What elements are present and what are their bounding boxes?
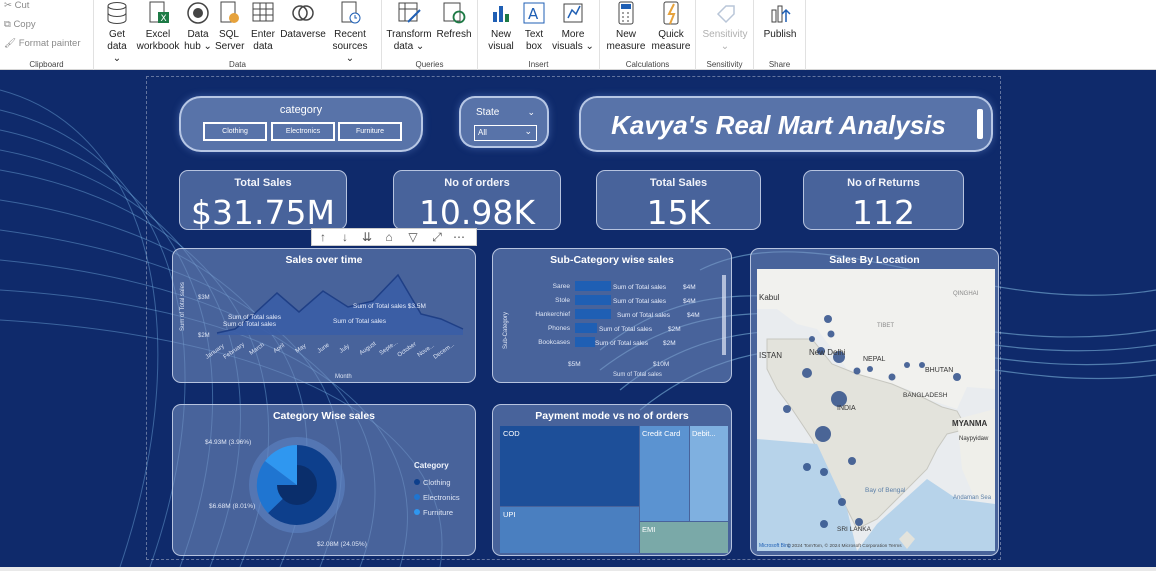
recent-sources-button[interactable]: Recent sources ⌄	[328, 0, 372, 65]
new-measure-label-2: measure	[606, 41, 646, 52]
insert-group-label: Insert	[528, 60, 549, 69]
new-measure-label-1: New	[615, 29, 636, 40]
report-canvas: category Clothing Electronics Furniture …	[0, 70, 1156, 567]
dataverse-label: Dataverse	[280, 29, 326, 40]
dataverse-button[interactable]: Dataverse	[280, 0, 326, 41]
new-visual-button[interactable]: New visual	[484, 0, 518, 53]
clipboard-group: ✂ Cut ⧉ Copy 🖌 Format painter Clipboard	[0, 0, 94, 70]
status-bar	[0, 567, 1156, 571]
dataverse-icon	[292, 5, 314, 21]
clipboard-group-label: Clipboard	[29, 60, 64, 69]
enter-data-label-2: data	[253, 41, 273, 52]
enter-data-button[interactable]: Enter data	[248, 0, 278, 53]
quick-measure-label-1: Quick	[658, 29, 684, 40]
cut-label: Cut	[14, 0, 30, 11]
more-visuals-label-2: visuals ⌄	[552, 41, 594, 52]
share-group-label: Share	[768, 60, 791, 69]
data-hub-label-2: hub ⌄	[184, 41, 212, 52]
new-visual-label-1: New	[490, 29, 511, 40]
publish-icon	[771, 5, 791, 23]
more-visuals-button[interactable]: More visuals ⌄	[550, 0, 596, 53]
queries-group: Transform data ⌄ Refresh Queries	[382, 0, 478, 70]
more-visuals-icon	[563, 3, 583, 23]
copy-button[interactable]: ⧉ Copy	[4, 19, 36, 30]
cut-button[interactable]: ✂ Cut	[4, 0, 29, 11]
transform-label-2: data ⌄	[393, 41, 425, 52]
sensitivity-icon	[716, 5, 735, 24]
calculations-group-label: Calculations	[625, 60, 670, 69]
insert-group: New visual A Text box More visuals ⌄ Ins…	[478, 0, 600, 70]
data-group: Get data ⌄ X Excel workbook Data hub ⌄ S…	[94, 0, 382, 70]
bar-chart-icon	[493, 6, 509, 22]
sensitivity-button[interactable]: Sensitivity ⌄	[698, 0, 752, 53]
text-box-button[interactable]: A Text box	[520, 0, 548, 53]
get-data-button[interactable]: Get data ⌄	[102, 0, 132, 65]
svg-text:X: X	[161, 14, 167, 24]
data-hub-label-1: Data	[187, 29, 209, 40]
recent-sources-icon	[341, 1, 361, 24]
excel-label-1: Excel	[145, 29, 171, 40]
transform-icon	[398, 2, 421, 23]
refresh-icon	[443, 2, 466, 24]
sensitivity-group-label: Sensitivity	[706, 60, 743, 69]
calculator-icon	[618, 1, 634, 25]
scissors-icon: ✂	[4, 0, 12, 11]
refresh-button[interactable]: Refresh	[434, 0, 474, 41]
quick-measure-icon	[663, 1, 679, 25]
sensitivity-label-2: ⌄	[720, 41, 730, 52]
sql-label-2: Server	[215, 41, 245, 52]
text-box-icon: A	[523, 2, 545, 24]
text-box-label-1: Text	[524, 29, 544, 40]
quick-measure-label-2: measure	[651, 41, 691, 52]
get-data-label-1: Get	[108, 29, 126, 40]
database-icon	[107, 2, 127, 24]
share-group: Publish Share	[754, 0, 806, 70]
excel-icon: X	[149, 1, 169, 24]
ribbon: ✂ Cut ⧉ Copy 🖌 Format painter Clipboard …	[0, 0, 1156, 70]
sql-server-button[interactable]: SQL Server	[215, 0, 245, 53]
copy-icon: ⧉	[4, 19, 11, 30]
refresh-label: Refresh	[436, 29, 472, 40]
recent-label-1: Recent	[334, 29, 366, 40]
data-group-label: Data	[229, 60, 246, 69]
new-visual-label-2: visual	[488, 41, 514, 52]
sensitivity-label-1: Sensitivity	[702, 29, 748, 40]
sql-label-1: SQL	[218, 29, 239, 40]
paintbrush-icon: 🖌	[4, 38, 17, 49]
transform-label-1: Transform	[386, 29, 432, 40]
sensitivity-group: Sensitivity ⌄ Sensitivity	[696, 0, 754, 70]
more-visuals-label-1: More	[561, 29, 585, 40]
format-painter-button[interactable]: 🖌 Format painter	[4, 38, 80, 49]
calculations-group: New measure Quick measure Calculations	[600, 0, 696, 70]
transform-data-button[interactable]: Transform data ⌄	[386, 0, 432, 53]
data-hub-icon	[187, 2, 209, 24]
copy-label: Copy	[13, 19, 36, 30]
sql-server-icon	[220, 1, 239, 23]
text-box-label-2: box	[525, 41, 543, 52]
quick-measure-button[interactable]: Quick measure	[650, 0, 692, 53]
publish-label: Publish	[763, 29, 797, 40]
page-boundary	[146, 76, 1001, 560]
format-painter-label: Format painter	[18, 38, 81, 49]
excel-label-2: workbook	[136, 41, 180, 52]
svg-text:A: A	[528, 5, 539, 23]
table-icon	[252, 2, 274, 22]
enter-data-label-1: Enter	[251, 29, 275, 40]
publish-button[interactable]: Publish	[760, 0, 800, 41]
data-hub-button[interactable]: Data hub ⌄	[184, 0, 212, 53]
queries-group-label: Queries	[415, 60, 444, 69]
new-measure-button[interactable]: New measure	[604, 0, 648, 53]
excel-workbook-button[interactable]: X Excel workbook	[134, 0, 182, 53]
